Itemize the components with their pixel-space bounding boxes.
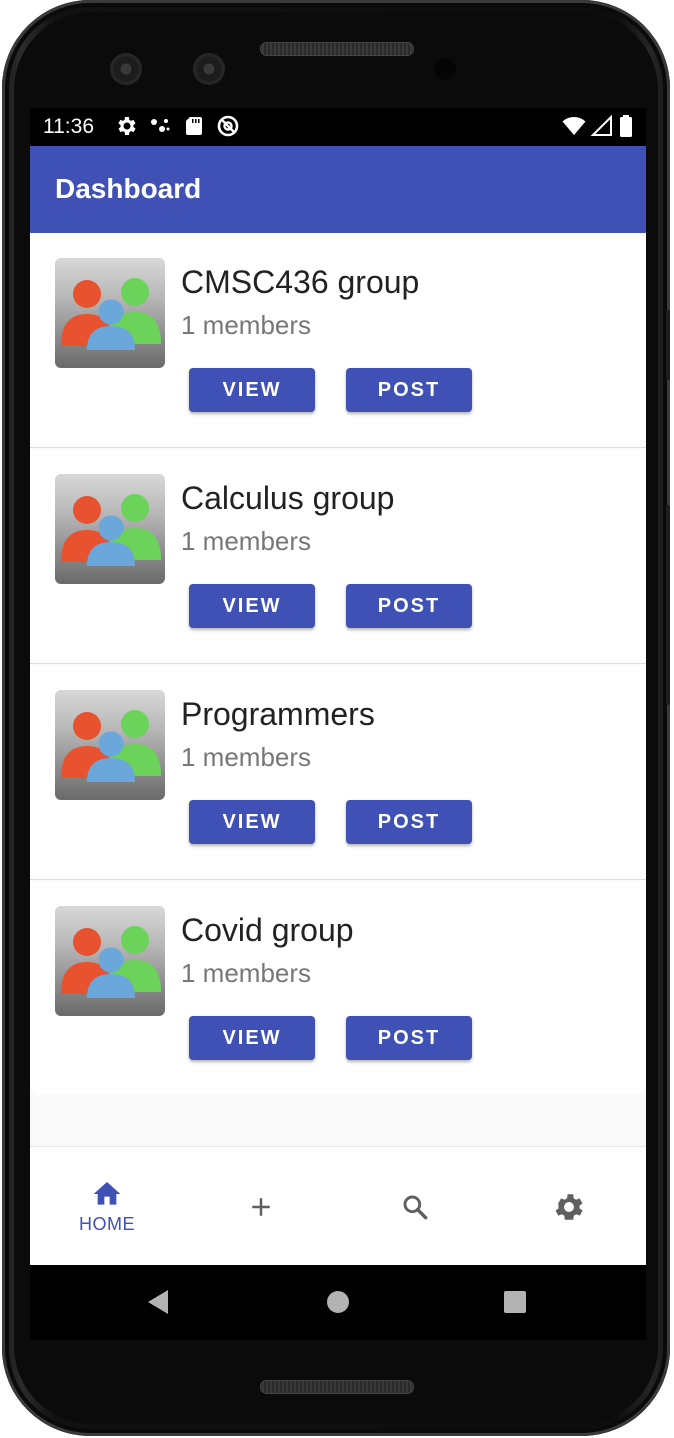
battery-icon bbox=[620, 115, 632, 137]
group-card[interactable]: Calculus group 1 members VIEW POST bbox=[30, 449, 646, 664]
nav-item-home[interactable]: HOME bbox=[30, 1147, 184, 1266]
volume-rocker bbox=[666, 505, 670, 705]
group-member-count: 1 members bbox=[181, 742, 312, 772]
group-image bbox=[55, 690, 165, 800]
recents-icon[interactable] bbox=[503, 1287, 527, 1317]
group-card[interactable]: CMSC436 group 1 members VIEW POST bbox=[30, 233, 646, 448]
view-button[interactable]: VIEW bbox=[189, 800, 315, 844]
group-avatar-icon bbox=[61, 710, 161, 782]
post-button[interactable]: POST bbox=[346, 584, 472, 628]
front-camera-2 bbox=[193, 53, 225, 85]
app-bar: Dashboard bbox=[30, 146, 646, 233]
view-button[interactable]: VIEW bbox=[189, 368, 315, 412]
bottom-navigation: HOME bbox=[30, 1146, 646, 1266]
no-disturb-icon bbox=[217, 115, 239, 137]
proximity-sensor bbox=[434, 58, 456, 80]
search-icon bbox=[403, 1195, 428, 1219]
signal-icon bbox=[590, 114, 612, 136]
nav-item-search[interactable] bbox=[338, 1147, 492, 1266]
sd-card-icon bbox=[186, 117, 202, 135]
post-button[interactable]: POST bbox=[346, 368, 472, 412]
status-bar: 11:36 bbox=[30, 108, 646, 146]
nav-item-add[interactable] bbox=[184, 1147, 338, 1266]
group-card[interactable]: Programmers 1 members VIEW POST bbox=[30, 665, 646, 880]
group-image bbox=[55, 906, 165, 1016]
view-button[interactable]: VIEW bbox=[189, 1016, 315, 1060]
view-button[interactable]: VIEW bbox=[189, 584, 315, 628]
post-button[interactable]: POST bbox=[346, 800, 472, 844]
front-camera bbox=[110, 53, 142, 85]
status-icons-right bbox=[562, 114, 634, 138]
group-card[interactable]: Covid group 1 members VIEW POST bbox=[30, 881, 646, 1095]
group-member-count: 1 members bbox=[181, 526, 312, 556]
power-button bbox=[666, 310, 670, 380]
gear-icon bbox=[555, 1193, 583, 1220]
group-image bbox=[55, 258, 165, 368]
gear-icon bbox=[118, 117, 136, 135]
plus-icon bbox=[252, 1197, 270, 1216]
status-icons-left bbox=[114, 114, 240, 138]
group-avatar-icon bbox=[61, 278, 161, 350]
earpiece-speaker bbox=[260, 42, 414, 56]
group-name: Calculus group bbox=[181, 480, 395, 516]
post-button[interactable]: POST bbox=[346, 1016, 472, 1060]
wifi-icon bbox=[562, 117, 586, 135]
home-button-icon[interactable] bbox=[326, 1287, 350, 1317]
group-name: CMSC436 group bbox=[181, 264, 420, 300]
page-title: Dashboard bbox=[55, 173, 202, 204]
bottom-speaker bbox=[260, 1380, 414, 1394]
group-avatar-icon bbox=[61, 926, 161, 998]
group-list[interactable]: CMSC436 group 1 members VIEW POST Calcul… bbox=[30, 233, 646, 1146]
home-icon bbox=[93, 1182, 121, 1205]
back-icon[interactable] bbox=[146, 1287, 172, 1317]
dots-icon bbox=[151, 119, 170, 132]
nav-item-settings[interactable] bbox=[492, 1147, 646, 1266]
screen: 11:36 Dashboard CMSC436 group 1 members … bbox=[30, 108, 646, 1340]
system-navigation-bar bbox=[30, 1265, 646, 1340]
group-member-count: 1 members bbox=[181, 958, 312, 988]
group-member-count: 1 members bbox=[181, 310, 312, 340]
group-name: Covid group bbox=[181, 912, 354, 948]
group-name: Programmers bbox=[181, 696, 375, 732]
nav-label-home: HOME bbox=[79, 1214, 135, 1234]
group-avatar-icon bbox=[61, 494, 161, 566]
group-image bbox=[55, 474, 165, 584]
status-time: 11:36 bbox=[43, 115, 94, 138]
